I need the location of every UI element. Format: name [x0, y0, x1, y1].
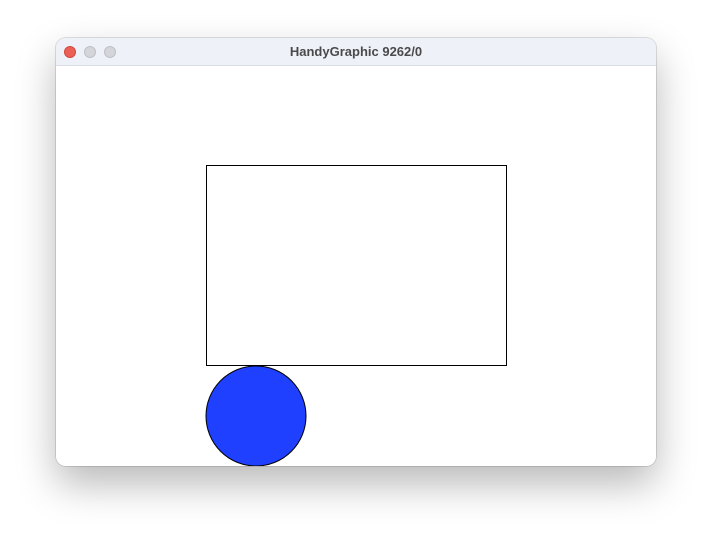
title-bar[interactable]: HandyGraphic 9262/0 — [56, 38, 656, 66]
canvas-svg — [205, 165, 507, 466]
drawn-rectangle — [206, 165, 507, 366]
app-window: HandyGraphic 9262/0 — [56, 38, 656, 466]
window-title: HandyGraphic 9262/0 — [289, 44, 423, 59]
drawn-circle — [205, 365, 307, 466]
drawing-canvas[interactable] — [56, 66, 656, 466]
